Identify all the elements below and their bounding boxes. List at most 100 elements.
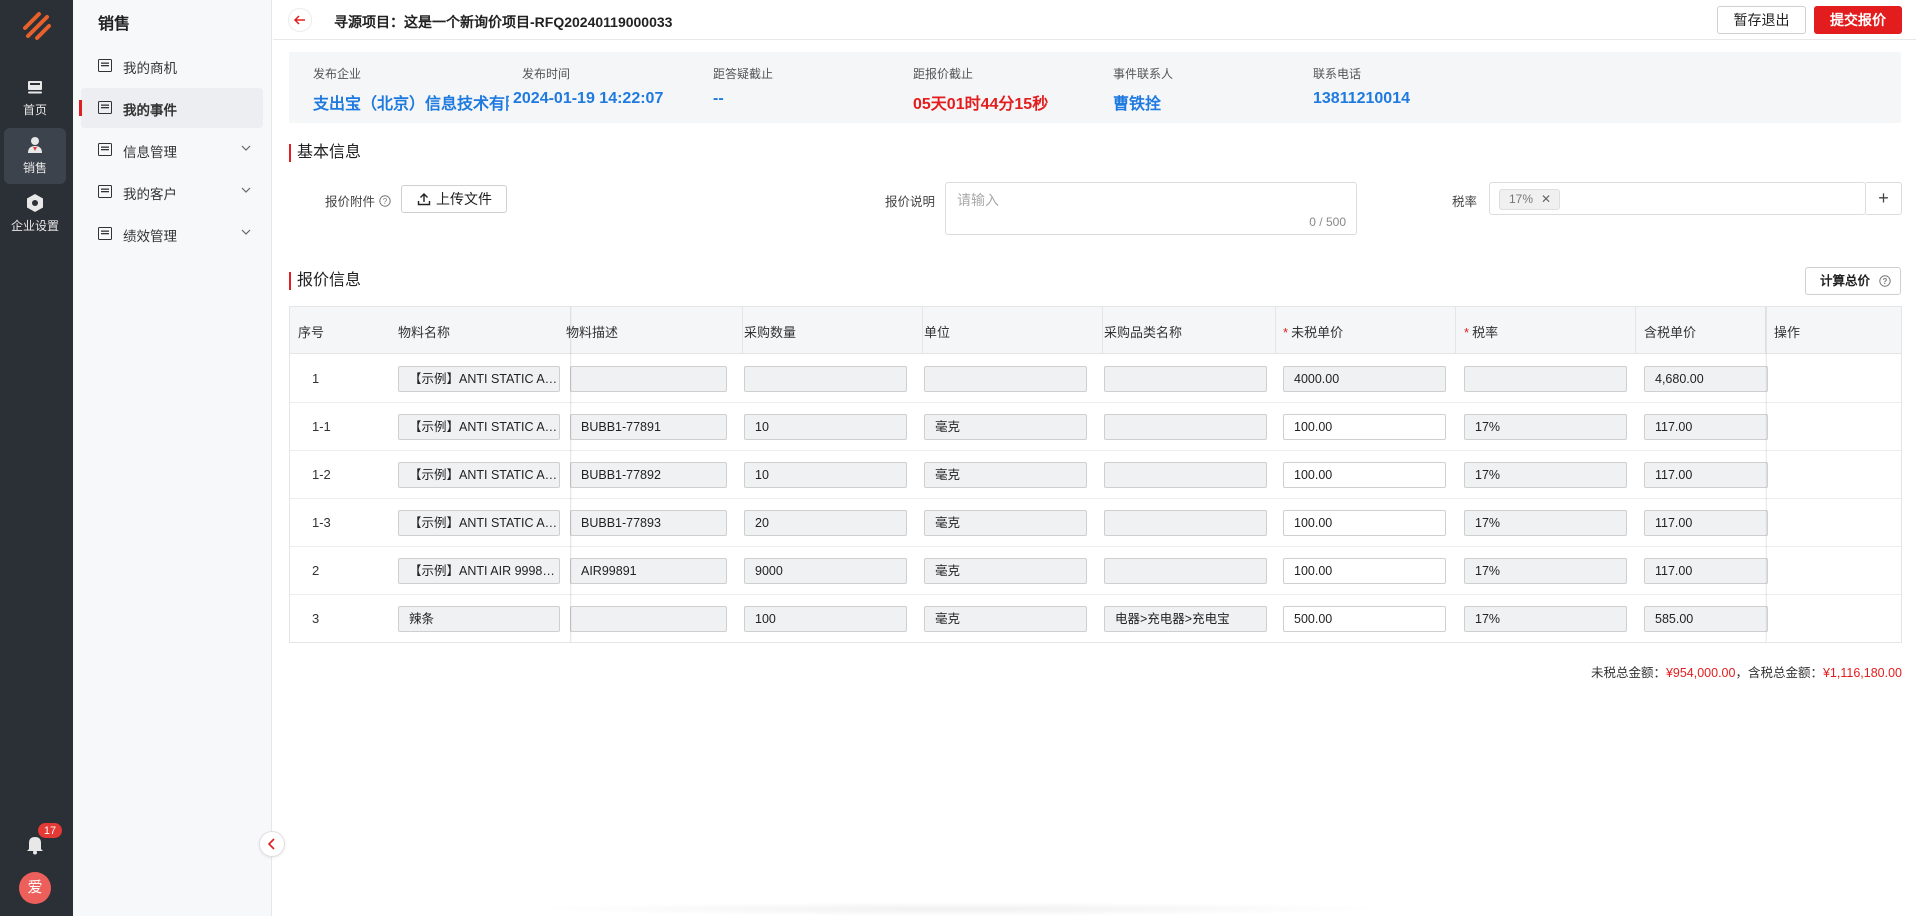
publish-time-field: 发布时间 2024-01-19 14:22:07 [513, 65, 663, 108]
quote-deadline-field: 距报价截止 05天01时44分15秒 [913, 65, 1048, 114]
col-header-qty: 采购数量 [744, 325, 797, 340]
unit-cell[interactable]: 毫克 [924, 414, 1087, 440]
unit-price-input[interactable]: 100.00 [1283, 462, 1446, 488]
char-counter: 0 / 500 [1309, 215, 1346, 229]
qty-cell[interactable]: 10 [744, 414, 907, 440]
rail-item-home[interactable]: 首页 [4, 70, 66, 126]
material-name-cell[interactable]: 【示例】ANTI STATIC AGENT [398, 366, 560, 392]
unit-cell[interactable]: 毫克 [924, 558, 1087, 584]
price-with-tax-cell[interactable]: 117.00 [1644, 414, 1768, 440]
unit-cell[interactable]: 毫克 [924, 606, 1087, 632]
price-with-tax-cell[interactable]: 4,680.00 [1644, 366, 1768, 392]
unit-cell[interactable]: 毫克 [924, 462, 1087, 488]
document-icon [98, 101, 112, 114]
col-separator [922, 307, 923, 354]
material-desc-cell[interactable]: BUBB1-77891 [570, 414, 727, 440]
qty-cell[interactable]: 100 [744, 606, 907, 632]
sidebar-item-events[interactable]: 我的事件 [79, 88, 263, 128]
rail-home-label: 首页 [22, 103, 47, 117]
tax-rate-tag: 17% ✕ [1499, 189, 1561, 210]
sales-icon [28, 137, 42, 153]
sidebar-item-performance[interactable]: 绩效管理 [81, 214, 263, 254]
category-cell[interactable] [1104, 462, 1267, 488]
quote-desc-textarea[interactable]: 请输入 0 / 500 [945, 182, 1357, 235]
material-desc-cell[interactable]: BUBB1-77892 [570, 462, 727, 488]
help-circle-icon[interactable]: ? [378, 195, 391, 207]
tax-rate-cell[interactable]: 17% [1464, 558, 1627, 584]
upload-file-button[interactable]: 上传文件 [401, 185, 507, 213]
material-desc-cell[interactable] [570, 606, 727, 632]
unit-cell[interactable] [924, 366, 1087, 392]
publisher-value: 支出宝（北京）信息技术有限公司 [313, 96, 509, 113]
qty-cell[interactable]: 9000 [744, 558, 907, 584]
material-name-cell[interactable]: 辣条 [398, 606, 560, 632]
qty-cell[interactable]: 20 [744, 510, 907, 536]
tax-rate-select[interactable]: 17% ✕ [1489, 182, 1866, 215]
chevron-down-icon [241, 145, 251, 151]
price-with-tax-cell[interactable]: 117.00 [1644, 558, 1768, 584]
rail-item-settings[interactable]: 企业设置 [4, 186, 66, 242]
total-pretax-value: ¥954,000.00 [1665, 666, 1736, 680]
material-name-cell[interactable]: 【示例】ANTI STATIC AGENT [398, 510, 560, 536]
phone-field: 联系电话 13811210014 [1313, 65, 1410, 108]
col-header-tax: * 税率 [1464, 325, 1499, 340]
unit-cell[interactable]: 毫克 [924, 510, 1087, 536]
col-header-op: 操作 [1774, 325, 1801, 340]
row-seq: 3 [312, 611, 320, 626]
category-cell[interactable]: 电器>充电器>充电宝 [1104, 606, 1267, 632]
back-button[interactable] [288, 8, 312, 32]
qa-deadline-value: -- [713, 90, 724, 107]
total-pretax-label: 未税总金额： [1590, 666, 1666, 680]
tax-rate-cell[interactable]: 17% [1464, 510, 1627, 536]
unit-price-input[interactable]: 100.00 [1283, 558, 1446, 584]
sidebar-item-info-management[interactable]: 信息管理 [81, 130, 263, 170]
save-exit-button[interactable]: 暂存退出 [1717, 6, 1806, 34]
material-desc-cell[interactable]: BUBB1-77893 [570, 510, 727, 536]
tax-rate-cell[interactable] [1464, 366, 1627, 392]
sidebar-item-label: 绩效管理 [123, 229, 177, 244]
close-icon[interactable]: ✕ [1541, 190, 1551, 209]
qa-deadline-field: 距答疑截止 -- [713, 65, 773, 108]
unit-price-input[interactable]: 100.00 [1283, 414, 1446, 440]
sidebar-item-customers[interactable]: 我的客户 [81, 172, 263, 212]
tax-rate-label: 税率 [1452, 195, 1478, 209]
material-desc-cell[interactable]: AIR99891 [570, 558, 727, 584]
document-icon [98, 185, 112, 198]
material-name-cell[interactable]: 【示例】ANTI STATIC AGENT [398, 462, 560, 488]
sidebar-item-label: 我的商机 [123, 61, 177, 76]
sidebar-item-opportunities[interactable]: 我的商机 [81, 46, 263, 86]
material-desc-cell[interactable] [570, 366, 727, 392]
category-cell[interactable] [1104, 366, 1267, 392]
quote-deadline-label: 距报价截止 [913, 67, 974, 81]
row-seq: 1-2 [312, 467, 331, 482]
col-separator [1455, 307, 1456, 354]
qty-cell[interactable]: 10 [744, 462, 907, 488]
rail-item-sales[interactable]: 销售 [4, 128, 66, 184]
add-tax-rate-button[interactable]: + [1866, 182, 1902, 215]
price-with-tax-cell[interactable]: 117.00 [1644, 510, 1768, 536]
qty-cell[interactable] [744, 366, 907, 392]
category-cell[interactable] [1104, 414, 1267, 440]
price-with-tax-cell[interactable]: 585.00 [1644, 606, 1768, 632]
fixed-column-shadow [1765, 307, 1767, 642]
category-cell[interactable] [1104, 558, 1267, 584]
material-name-cell[interactable]: 【示例】ANTI STATIC AGENT [398, 414, 560, 440]
price-with-tax-cell[interactable]: 117.00 [1644, 462, 1768, 488]
material-name-cell[interactable]: 【示例】ANTI AIR 9998891 [398, 558, 560, 584]
unit-price-input[interactable]: 100.00 [1283, 510, 1446, 536]
brand-logo-icon[interactable] [19, 8, 53, 42]
phone-value: 13811210014 [1313, 90, 1410, 107]
unit-price-input[interactable]: 500.00 [1283, 606, 1446, 632]
tax-rate-cell[interactable]: 17% [1464, 414, 1627, 440]
tax-rate-cell[interactable]: 17% [1464, 462, 1627, 488]
tax-rate-cell[interactable]: 17% [1464, 606, 1627, 632]
calc-total-button[interactable]: 计算总价 ? [1805, 267, 1901, 295]
category-cell[interactable] [1104, 510, 1267, 536]
submit-quote-button[interactable]: 提交报价 [1814, 6, 1902, 34]
collapse-sidebar-button[interactable] [259, 831, 285, 857]
unit-price-input[interactable]: 4000.00 [1283, 366, 1446, 392]
col-header-category: 采购品类名称 [1104, 325, 1183, 340]
quote-desc-label: 报价说明 [885, 195, 936, 209]
page-header: 寻源项目：这是一个新询价项目-RFQ20240119000033 暂存退出 提交… [273, 0, 1916, 40]
avatar[interactable]: 爱 [19, 872, 51, 904]
